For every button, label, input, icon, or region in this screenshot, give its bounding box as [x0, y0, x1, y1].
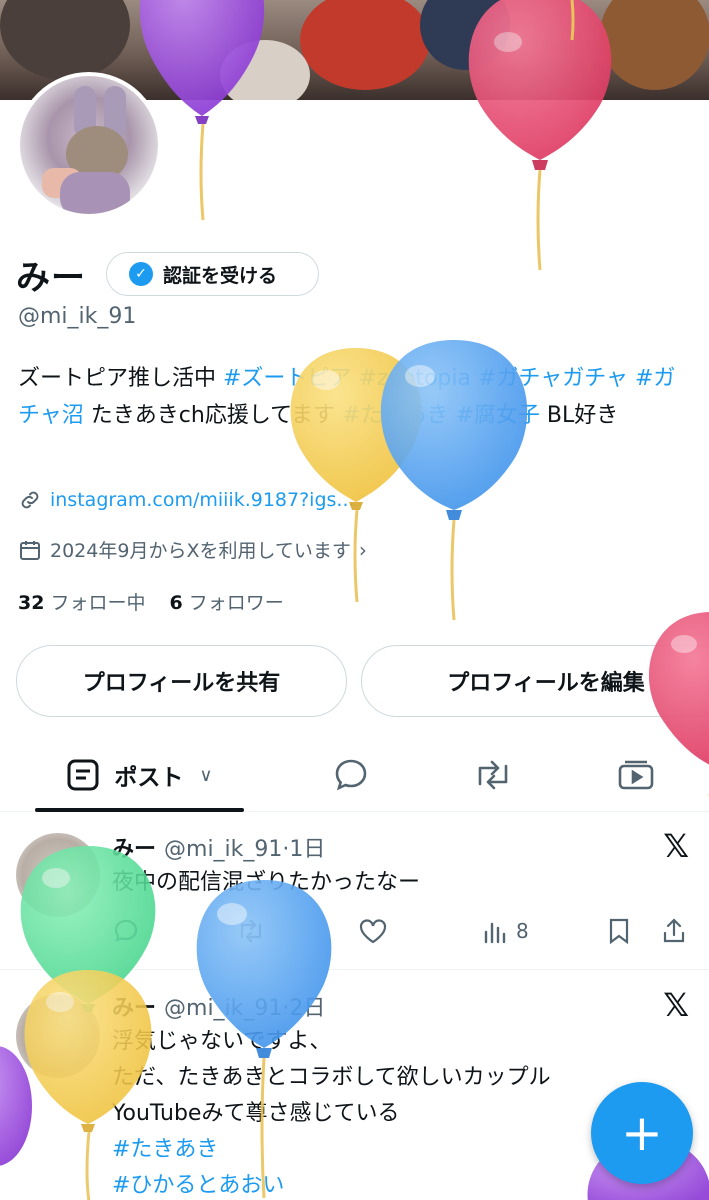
post-hashtag[interactable]: #たきあき	[112, 1132, 551, 1168]
joined-date-text: 2024年9月からXを利用しています	[50, 540, 351, 562]
post-avatar[interactable]	[16, 994, 100, 1078]
x-logo-icon[interactable]: 𝕏	[663, 986, 689, 1024]
x-logo-icon[interactable]: 𝕏	[663, 827, 689, 865]
chevron-down-icon[interactable]: ∨	[199, 765, 212, 786]
share-button[interactable]	[660, 917, 688, 945]
post-meta: @mi_ik_91·2日	[164, 996, 326, 1021]
following-link[interactable]: 32 フォロー中	[18, 588, 145, 615]
post-text-line: ただ、たきあきとコラボして欲しいカップル	[112, 1065, 551, 1090]
tab-posts[interactable]: ポスト ∨	[35, 742, 244, 808]
plus-icon: +	[621, 1104, 663, 1162]
following-count: 32	[18, 592, 45, 614]
views-button[interactable]: 8	[482, 918, 529, 944]
bio-hashtag[interactable]: #腐女子	[456, 403, 540, 428]
heart-icon	[359, 919, 387, 944]
posts-tab-icon	[67, 759, 99, 791]
verified-badge-icon: ✓	[129, 262, 153, 286]
bio-text: BL好き	[539, 403, 619, 428]
tab-reposts[interactable]	[462, 742, 524, 808]
profile-bio: ズートピア推し活中 #ズートピア #zootopia #ガチャガチャ #ガチャ沼…	[18, 360, 688, 434]
bookmark-icon	[609, 918, 629, 945]
joined-date-row[interactable]: 2024年9月からXを利用しています ›	[18, 536, 367, 563]
post-author-name[interactable]: みー	[112, 837, 156, 862]
bio-text: ズートピア推し活中	[18, 366, 223, 391]
post-text-line: 浮気じゃないですよ、	[112, 1029, 332, 1054]
repost-button[interactable]	[236, 917, 266, 945]
post-meta: @mi_ik_91·1日	[164, 837, 326, 862]
post-text: 夜中の配信混ざりたかったなー	[112, 865, 420, 901]
followers-count: 6	[169, 592, 183, 614]
share-profile-button[interactable]: プロフィールを共有	[16, 645, 347, 717]
chevron-right-icon: ›	[358, 537, 367, 562]
reply-icon	[114, 919, 138, 942]
bookmark-button[interactable]	[606, 917, 632, 945]
profile-link-row: instagram.com/miiik.9187?igs...	[18, 488, 355, 512]
profile-website-link[interactable]: instagram.com/miiik.9187?igs...	[50, 489, 355, 511]
followers-link[interactable]: 6 フォロワー	[169, 588, 283, 615]
tab-posts-label: ポスト	[114, 765, 184, 791]
post-author-name[interactable]: みー	[112, 996, 156, 1021]
profile-avatar[interactable]	[16, 72, 162, 218]
like-button[interactable]	[358, 917, 388, 945]
bio-hashtag[interactable]: #zootopia	[358, 366, 471, 391]
compose-post-button[interactable]: +	[591, 1082, 693, 1184]
bio-text: たきあきch応援してます	[83, 403, 343, 428]
bio-text	[628, 366, 635, 391]
video-icon	[618, 760, 654, 790]
bio-hashtag[interactable]: #ズートピア	[223, 366, 351, 391]
profile-name: みー	[16, 258, 86, 298]
get-verified-button[interactable]: ✓ 認証を受ける	[106, 252, 319, 296]
bio-hashtag[interactable]: #ガチャガチャ	[478, 366, 628, 391]
tab-active-indicator	[35, 808, 244, 812]
post-item[interactable]: みー @mi_ik_91·1日 𝕏 夜中の配信混ざりたかったなー 8	[0, 813, 709, 970]
post-avatar[interactable]	[16, 833, 100, 917]
profile-tabs: ポスト ∨	[0, 742, 709, 812]
link-icon	[21, 491, 39, 509]
edit-profile-button[interactable]: プロフィールを編集	[361, 645, 709, 717]
reply-bubble-icon	[335, 759, 367, 791]
repost-icon	[240, 919, 262, 943]
post-actions: 8	[112, 911, 692, 951]
post-hashtag[interactable]: #ひかるとあおい	[112, 1168, 551, 1200]
calendar-icon	[20, 540, 40, 560]
get-verified-label: 認証を受ける	[163, 264, 278, 287]
reply-button[interactable]	[112, 917, 140, 945]
bio-text	[471, 366, 478, 391]
repost-icon	[478, 760, 508, 790]
views-count: 8	[516, 919, 529, 943]
follow-counts: 32 フォロー中 6 フォロワー	[18, 588, 284, 615]
tab-media[interactable]	[605, 742, 667, 808]
post-text-line: YouTubeみて尊さ感じている	[112, 1101, 400, 1126]
following-label: フォロー中	[50, 592, 146, 614]
bio-hashtag[interactable]: #たきあき	[342, 403, 448, 428]
bio-text	[449, 403, 456, 428]
bar-chart-icon	[484, 922, 506, 944]
tab-replies[interactable]	[320, 742, 382, 808]
post-text-line: 夜中の配信混ざりたかったなー	[112, 870, 421, 895]
share-icon	[663, 918, 685, 943]
profile-handle: @mi_ik_91	[18, 304, 137, 329]
followers-label: フォロワー	[188, 592, 284, 614]
post-header: みー @mi_ik_91·2日	[112, 990, 325, 1022]
post-header: みー @mi_ik_91·1日	[112, 831, 325, 863]
post-text: 浮気じゃないですよ、 ただ、たきあきとコラボして欲しいカップル YouTubeみ…	[112, 1024, 551, 1200]
profile-page: みー ✓ 認証を受ける @mi_ik_91 ズートピア推し活中 #ズートピア #…	[0, 0, 709, 1200]
